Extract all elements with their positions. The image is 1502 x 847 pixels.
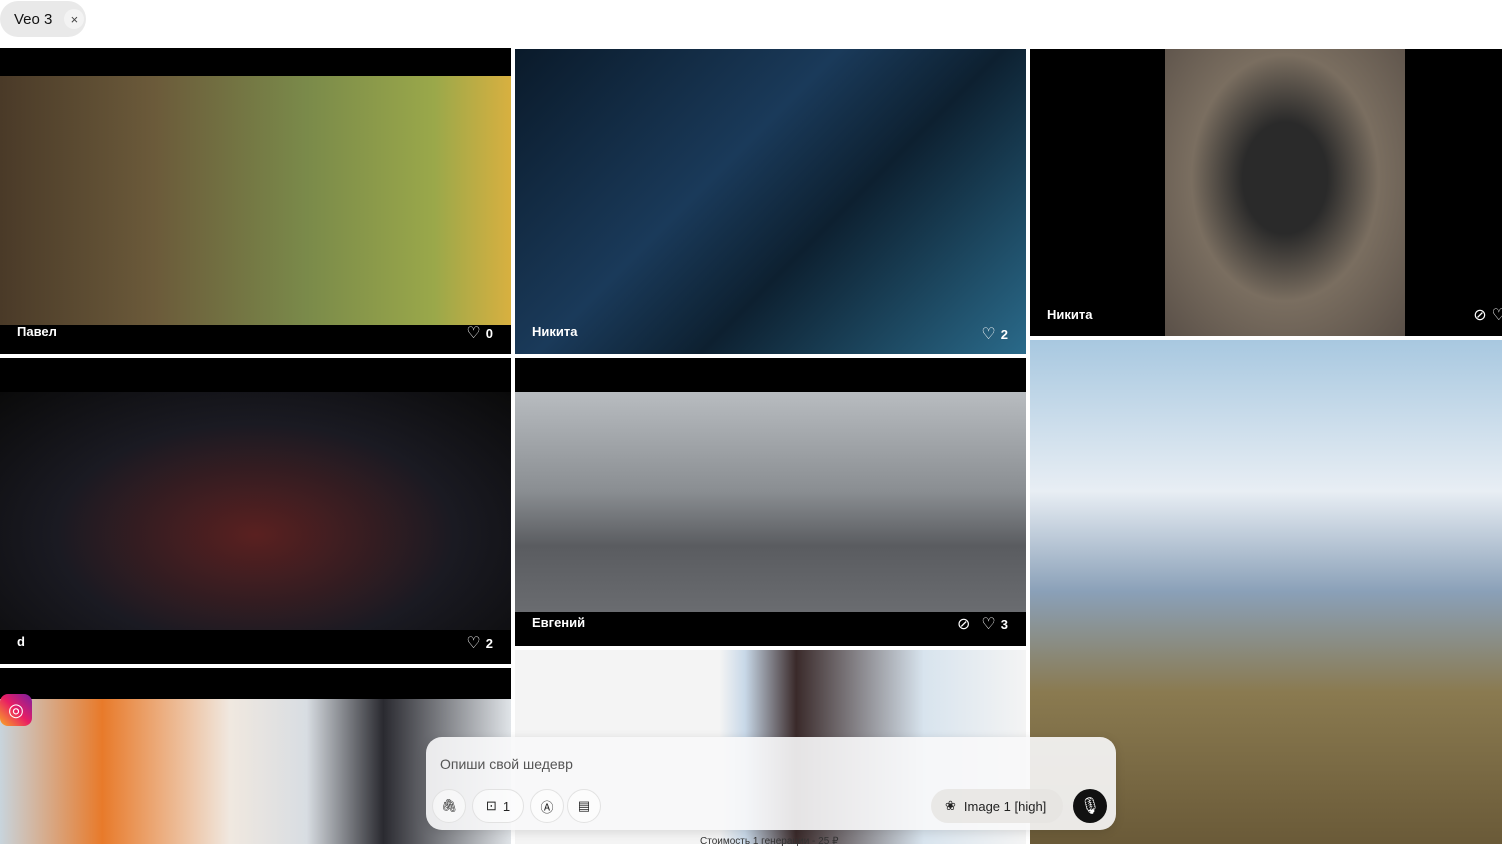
attach-button[interactable]: 🖇 xyxy=(432,789,466,823)
chip-label: Veo 3 xyxy=(14,10,53,28)
count-button[interactable]: ⊡ 1 xyxy=(472,789,524,823)
author-name: Никита xyxy=(532,324,578,339)
letter-a-icon: Ⓐ xyxy=(540,799,554,815)
gallery-card[interactable]: Павел ♡ 0 xyxy=(0,48,511,354)
count-value: 1 xyxy=(502,798,511,814)
paperclip-icon: 🖇 xyxy=(440,798,458,813)
like-button[interactable]: ♡ 2 xyxy=(981,324,1008,344)
cost-text: Стоимость 1 генерации - 25 ₽ xyxy=(700,836,839,847)
like-button[interactable]: ⊘ ♡ 3 xyxy=(957,614,1008,634)
like-count: 2 xyxy=(485,635,493,651)
like-button[interactable]: ♡ 0 xyxy=(466,323,493,343)
prompt-bar: Опиши свой шедевр 🖇 ⊡ 1 Ⓐ ▤ ❀ Image 1 [hig… xyxy=(426,737,1116,830)
heart-icon: ♡ xyxy=(1491,307,1502,324)
heart-icon: ♡ xyxy=(981,326,996,343)
square-dot-icon: ⊡ xyxy=(485,798,497,813)
document-icon: ▤ xyxy=(577,798,591,813)
heart-icon: ♡ xyxy=(466,635,481,652)
like-button[interactable]: ♡ 2 xyxy=(466,633,493,653)
style-button[interactable]: Ⓐ xyxy=(530,789,564,823)
heart-icon: ♡ xyxy=(981,616,996,633)
thumbnail-image xyxy=(1165,49,1405,336)
close-icon[interactable]: × xyxy=(64,9,85,29)
like-count: 3 xyxy=(1000,616,1008,632)
author-name: Павел xyxy=(17,324,57,339)
gallery-card[interactable]: d ♡ 2 xyxy=(0,358,511,664)
like-count: 0 xyxy=(485,325,493,341)
model-label: Image 1 [high] xyxy=(963,798,1047,814)
gallery-card[interactable]: Никита ⊘ ♡ xyxy=(1030,49,1502,336)
thumbnail-image xyxy=(515,392,1026,612)
author-name: Евгений xyxy=(532,615,586,630)
prompt-input[interactable]: Опиши свой шедевр xyxy=(440,756,573,772)
thumbnail-image xyxy=(0,76,511,325)
filter-chip-veo3[interactable]: Veo 3 × xyxy=(0,1,86,37)
author-name: d xyxy=(17,634,25,649)
heart-icon: ♡ xyxy=(466,325,481,342)
microphone-button[interactable]: 🎙 xyxy=(1073,789,1107,823)
author-name: Никита xyxy=(1047,307,1093,322)
template-button[interactable]: ▤ xyxy=(567,789,601,823)
remix-icon[interactable]: ⊘ xyxy=(957,614,970,634)
gallery-card[interactable]: Евгений ⊘ ♡ 3 xyxy=(515,358,1026,646)
remix-icon[interactable]: ⊘ xyxy=(1473,305,1486,325)
gallery-card[interactable]: Никита ♡ 2 xyxy=(515,49,1026,354)
thumbnail-image xyxy=(0,392,511,630)
like-count: 2 xyxy=(1000,326,1008,342)
openai-icon: ❀ xyxy=(945,798,956,813)
instagram-icon[interactable]: ◎ xyxy=(0,694,32,726)
like-button[interactable]: ⊘ ♡ xyxy=(1473,305,1502,325)
model-selector[interactable]: ❀ Image 1 [high] xyxy=(931,789,1063,823)
microphone-icon: 🎙 xyxy=(1079,798,1101,815)
